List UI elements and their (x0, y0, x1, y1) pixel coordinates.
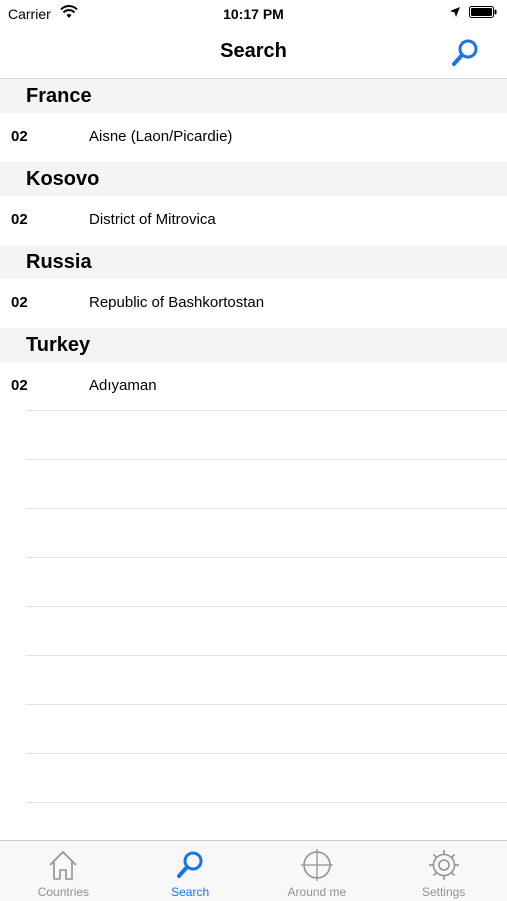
section-title: Kosovo (26, 168, 100, 190)
region-name: Republic of Bashkortostan (89, 294, 265, 311)
tab-settings[interactable]: Settings (380, 841, 507, 901)
tab-label: Search (171, 885, 210, 899)
row-separator (26, 509, 507, 558)
search-icon (177, 851, 203, 878)
table-row[interactable]: 02 District of Mitrovica (0, 196, 507, 245)
table-row[interactable]: 02 Adıyaman (0, 362, 507, 411)
section-france: France 02 Aisne (Laon/Picardie) (0, 79, 507, 162)
section-header: France (0, 79, 507, 113)
house-icon (49, 851, 77, 880)
section-header: Kosovo (0, 162, 507, 196)
section-title: France (26, 85, 92, 107)
region-code: 02 (11, 294, 28, 311)
table-row[interactable]: 02 Republic of Bashkortostan (0, 279, 507, 328)
section-russia: Russia 02 Republic of Bashkortostan (0, 245, 507, 328)
row-separator (26, 754, 507, 803)
region-name: Adıyaman (89, 377, 157, 394)
region-name: Aisne (Laon/Picardie) (89, 128, 233, 145)
tab-label: Around me (287, 885, 347, 899)
results-list: France 02 Aisne (Laon/Picardie) Kosovo 0… (0, 79, 507, 411)
row-separator (26, 656, 507, 705)
region-name: District of Mitrovica (89, 211, 216, 228)
region-code: 02 (11, 377, 28, 394)
status-bar: Carrier 10:17 PM (0, 0, 507, 28)
tab-label: Countries (37, 885, 90, 899)
row-separator (26, 460, 507, 509)
section-header: Turkey (0, 328, 507, 362)
section-turkey: Turkey 02 Adıyaman (0, 328, 507, 411)
tab-countries[interactable]: Countries (0, 841, 127, 901)
row-separator (26, 410, 507, 460)
tab-search[interactable]: Search (127, 841, 254, 901)
row-separator (26, 705, 507, 754)
row-separator (26, 607, 507, 656)
location-arrow-icon (450, 7, 460, 17)
tab-label: Settings (421, 885, 466, 899)
page-title: Search (220, 40, 287, 62)
section-kosovo: Kosovo 02 District of Mitrovica (0, 162, 507, 245)
section-title: Turkey (26, 334, 91, 356)
navigation-bar: Search (0, 28, 507, 79)
gear-icon (428, 850, 459, 880)
table-row[interactable]: 02 Aisne (Laon/Picardie) (0, 113, 507, 162)
battery-icon (469, 6, 497, 18)
section-title: Russia (26, 251, 92, 273)
region-code: 02 (11, 128, 28, 145)
search-icon[interactable] (448, 36, 482, 70)
empty-row-separators (26, 410, 507, 803)
clock: 10:17 PM (223, 6, 284, 22)
tab-bar: Countries Search Around me Settings (0, 840, 507, 901)
tab-around-me[interactable]: Around me (254, 841, 381, 901)
crosshair-icon (300, 849, 333, 881)
section-header: Russia (0, 245, 507, 279)
region-code: 02 (11, 211, 28, 228)
row-separator (26, 558, 507, 607)
